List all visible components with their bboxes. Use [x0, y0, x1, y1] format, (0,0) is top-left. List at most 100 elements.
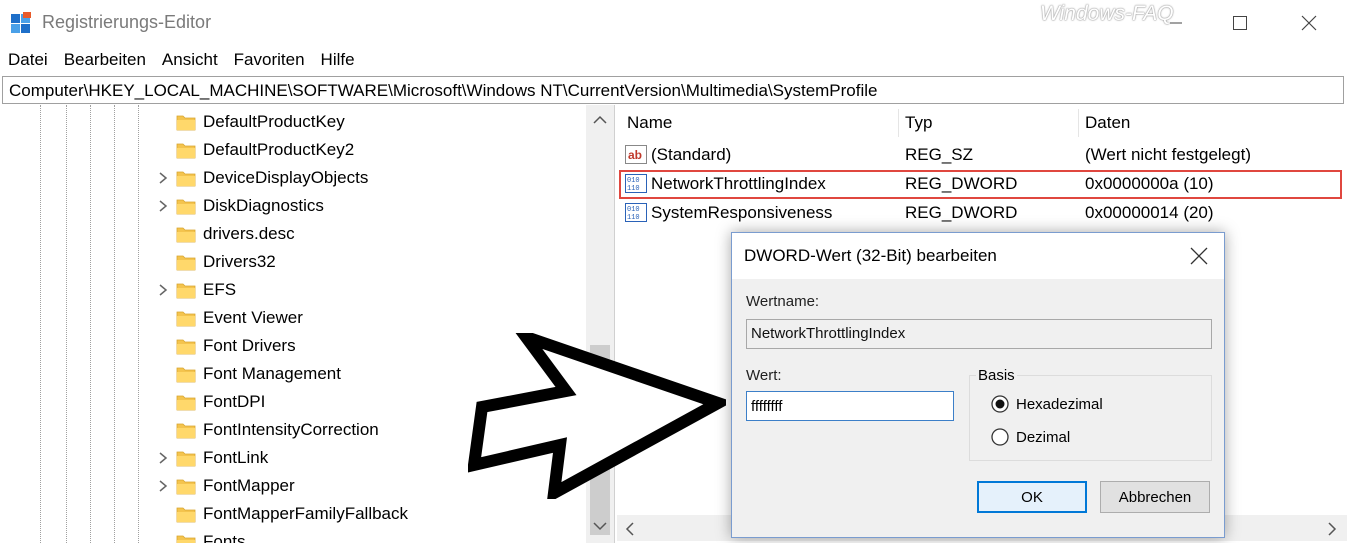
- value-data: (Wert nicht festgelegt): [1085, 145, 1251, 164]
- minimize-button[interactable]: [1145, 0, 1207, 46]
- menu-datei[interactable]: Datei: [0, 48, 56, 74]
- tree-item-label: DefaultProductKey: [203, 112, 345, 131]
- folder-icon: [176, 339, 196, 355]
- regedit-app-icon: [11, 12, 31, 33]
- scroll-right-icon[interactable]: [1327, 522, 1337, 536]
- svg-text:110: 110: [627, 214, 640, 222]
- tree-item-label: FontLink: [203, 448, 269, 467]
- tree-item-label: DiskDiagnostics: [203, 196, 324, 215]
- scroll-down-icon[interactable]: [593, 521, 607, 531]
- value-data: 0x00000014 (20): [1085, 203, 1214, 222]
- folder-icon: [176, 479, 196, 495]
- basis-group: [969, 375, 1212, 461]
- edit-dword-dialog: DWORD-Wert (32-Bit) bearbeiten Wertname:…: [731, 232, 1225, 538]
- value-name: SystemResponsiveness: [651, 203, 833, 222]
- close-icon: [1301, 15, 1317, 31]
- folder-icon: [176, 171, 196, 187]
- tree-item-label: DeviceDisplayObjects: [203, 168, 369, 187]
- close-window-button[interactable]: [1278, 0, 1340, 46]
- dialog-close-button[interactable]: [1188, 245, 1210, 267]
- value-name: (Standard): [651, 145, 732, 164]
- expand-chevron-icon[interactable]: [157, 283, 169, 297]
- folder-icon: [176, 115, 196, 131]
- svg-text:ab: ab: [628, 148, 642, 162]
- radio-decimal-label[interactable]: Dezimal: [1016, 429, 1070, 446]
- tree-item[interactable]: Event Viewer: [2, 305, 582, 333]
- folder-icon: [176, 199, 196, 215]
- column-divider[interactable]: [1078, 109, 1079, 137]
- svg-text:010: 010: [627, 206, 640, 214]
- expand-chevron-icon[interactable]: [157, 479, 169, 493]
- folder-icon: [176, 367, 196, 383]
- tree-item-label: FontMapperFamilyFallback: [203, 504, 409, 523]
- folder-icon: [176, 227, 196, 243]
- radio-hexadecimal-label[interactable]: Hexadezimal: [1016, 396, 1103, 413]
- basis-label: Basis: [976, 367, 1017, 384]
- tree-item[interactable]: DiskDiagnostics: [2, 193, 582, 221]
- menu-hilfe[interactable]: Hilfe: [313, 48, 363, 74]
- menu-bar: Datei Bearbeiten Ansicht Favoriten Hilfe: [0, 48, 363, 74]
- tree-item[interactable]: DefaultProductKey2: [2, 137, 582, 165]
- ok-button[interactable]: OK: [977, 481, 1087, 513]
- tree-item[interactable]: drivers.desc: [2, 221, 582, 249]
- tree-item-label: DefaultProductKey2: [203, 140, 355, 159]
- column-header-type[interactable]: Typ: [905, 113, 932, 133]
- folder-icon: [176, 451, 196, 467]
- tree-item[interactable]: Fonts: [2, 529, 582, 543]
- title-bar: Registrierungs-Editor Windows-FAQ: [0, 0, 1347, 46]
- binary-value-icon: 010 110: [625, 203, 647, 222]
- menu-ansicht[interactable]: Ansicht: [154, 48, 226, 74]
- folder-icon: [176, 535, 196, 543]
- value-name-field: NetworkThrottlingIndex: [746, 319, 1212, 349]
- radio-decimal[interactable]: [990, 427, 1010, 447]
- maximize-icon: [1233, 16, 1247, 30]
- dialog-title: DWORD-Wert (32-Bit) bearbeiten: [744, 246, 997, 265]
- minimize-icon: [1170, 22, 1182, 24]
- value-input[interactable]: [746, 391, 954, 421]
- tree-item-label: Fonts: [203, 532, 246, 543]
- folder-icon: [176, 143, 196, 159]
- tree-item[interactable]: FontMapperFamilyFallback: [2, 501, 582, 529]
- cancel-button[interactable]: Abbrechen: [1100, 481, 1210, 513]
- tree-item[interactable]: DeviceDisplayObjects: [2, 165, 582, 193]
- radio-hexadecimal[interactable]: [990, 394, 1010, 414]
- tree-item[interactable]: DefaultProductKey: [2, 109, 582, 137]
- tree-item-label: Drivers32: [203, 252, 276, 271]
- value-name-label: Wertname:: [746, 293, 820, 310]
- scroll-left-icon[interactable]: [625, 522, 635, 536]
- tree-item-label: EFS: [203, 280, 237, 299]
- folder-icon: [176, 423, 196, 439]
- menu-bearbeiten[interactable]: Bearbeiten: [56, 48, 154, 74]
- scroll-up-icon[interactable]: [593, 115, 607, 125]
- tree-item-label: Font Management: [203, 364, 341, 383]
- expand-chevron-icon[interactable]: [157, 451, 169, 465]
- tree-item-label: Event Viewer: [203, 308, 303, 327]
- tree-item[interactable]: EFS: [2, 277, 582, 305]
- tree-item-label: FontMapper: [203, 476, 295, 495]
- maximize-button[interactable]: [1209, 0, 1271, 46]
- folder-icon: [176, 283, 196, 299]
- folder-icon: [176, 311, 196, 327]
- column-divider[interactable]: [898, 109, 899, 137]
- window-title: Registrierungs-Editor: [42, 12, 212, 32]
- address-bar[interactable]: Computer\HKEY_LOCAL_MACHINE\SOFTWARE\Mic…: [2, 76, 1344, 104]
- list-row[interactable]: ab (Standard) REG_SZ (Wert nicht festgel…: [617, 141, 1347, 169]
- tree-item[interactable]: Drivers32: [2, 249, 582, 277]
- column-header-data[interactable]: Daten: [1085, 113, 1130, 133]
- tree-item-label: Font Drivers: [203, 336, 296, 355]
- highlight-frame: [619, 170, 1342, 199]
- string-value-icon: ab: [625, 145, 647, 164]
- folder-icon: [176, 255, 196, 271]
- column-header-name[interactable]: Name: [627, 113, 672, 133]
- value-type: REG_DWORD: [905, 203, 1018, 222]
- tree-item-label: FontIntensityCorrection: [203, 420, 379, 439]
- tree-item-label: drivers.desc: [203, 224, 295, 243]
- folder-icon: [176, 507, 196, 523]
- list-row[interactable]: 010 110 SystemResponsiveness REG_DWORD 0…: [617, 199, 1347, 227]
- expand-chevron-icon[interactable]: [157, 199, 169, 213]
- value-label: Wert:: [746, 367, 782, 384]
- menu-favoriten[interactable]: Favoriten: [226, 48, 313, 74]
- expand-chevron-icon[interactable]: [157, 171, 169, 185]
- dialog-title-bar: DWORD-Wert (32-Bit) bearbeiten: [732, 233, 1224, 279]
- folder-icon: [176, 395, 196, 411]
